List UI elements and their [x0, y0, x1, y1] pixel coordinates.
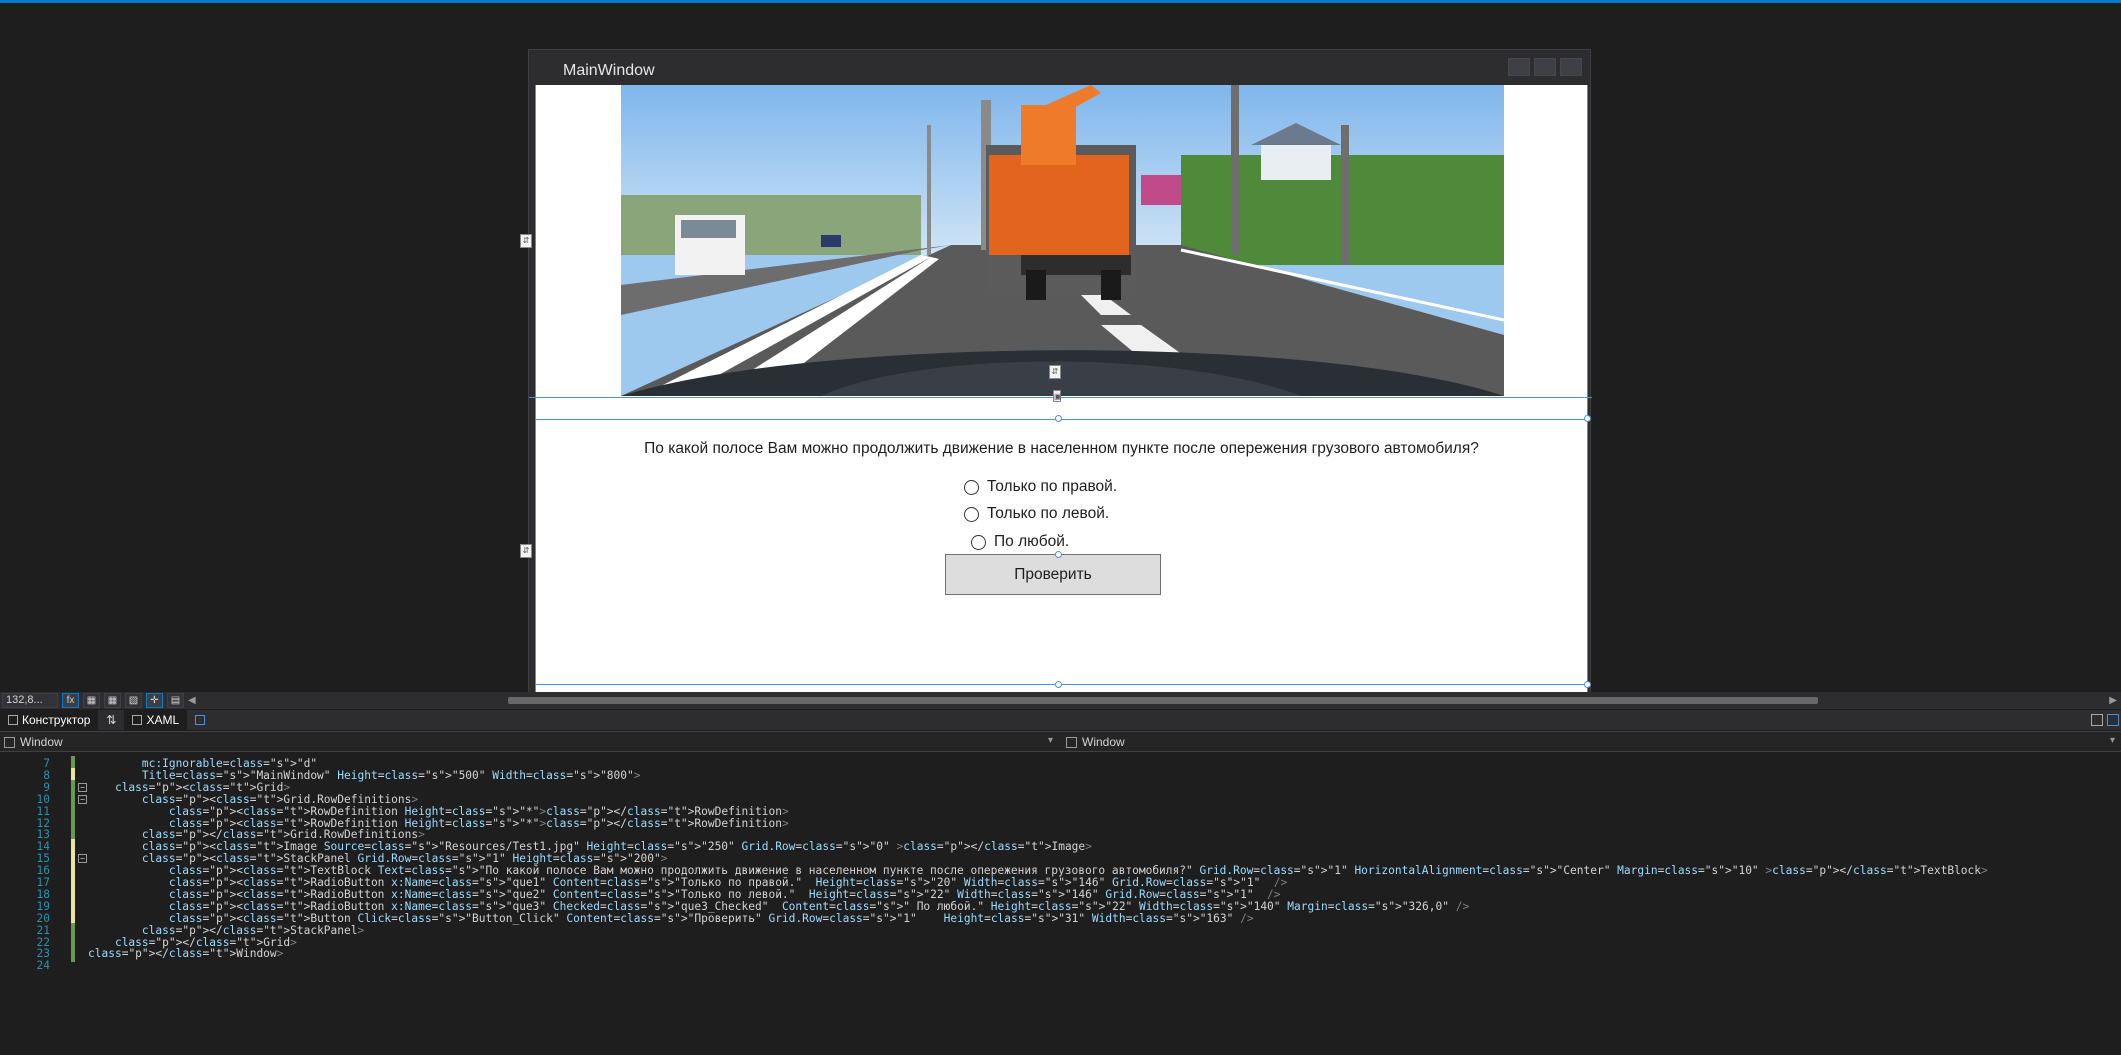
- xaml-editor[interactable]: 7 mc:Ignorable=class="s">"d" 8 Title=clas…: [0, 753, 2121, 1055]
- element-navigation-bar: Window ▾ Window ▾: [0, 731, 2121, 752]
- page-icon[interactable]: ▤: [167, 693, 184, 708]
- radio-circle-icon[interactable]: [964, 506, 979, 522]
- resize-handle[interactable]: [1584, 681, 1591, 688]
- window-caption-buttons: [1508, 58, 1582, 76]
- radio-label: По любой.: [994, 533, 1070, 550]
- split-vertical-icon[interactable]: [2091, 714, 2103, 726]
- swap-icon: ⇅: [106, 713, 117, 727]
- close-icon: [1560, 58, 1582, 76]
- popout-icon: [195, 715, 206, 725]
- scroll-right-icon[interactable]: ▶: [2109, 695, 2117, 706]
- maximize-icon: [1534, 58, 1556, 76]
- window-title: MainWindow: [563, 62, 655, 79]
- fold-toggle-icon[interactable]: −: [78, 782, 87, 792]
- row-height-adorner[interactable]: ⇵: [1049, 365, 1061, 379]
- grid-row-adorner-bottom[interactable]: ⇵: [520, 544, 532, 558]
- tab-designer[interactable]: Конструктор: [0, 710, 99, 730]
- radio-label: Только по правой.: [987, 478, 1118, 495]
- grid-small-icon[interactable]: ▦: [104, 693, 121, 708]
- nav-right-dropdown[interactable]: Window: [1066, 735, 1125, 749]
- tab-designer-label: Конструктор: [22, 713, 91, 727]
- radio-left-lane[interactable]: Только по левой.: [964, 505, 1109, 523]
- resize-handle[interactable]: [1055, 681, 1062, 688]
- radio-circle-icon[interactable]: [964, 479, 979, 495]
- window-element-icon: [4, 736, 15, 748]
- resize-handle[interactable]: [1584, 415, 1591, 422]
- scroll-left-icon[interactable]: ◀: [188, 695, 198, 706]
- check-button[interactable]: Проверить: [945, 554, 1161, 595]
- lock-icon[interactable]: ▣: [1053, 390, 1062, 402]
- code-line[interactable]: 24: [0, 958, 2121, 974]
- radio-label: Только по левой.: [987, 505, 1110, 522]
- selection-left: [535, 85, 536, 693]
- line-number: 24: [36, 959, 50, 973]
- window-element-icon: [1066, 736, 1077, 748]
- view-tabs: Конструктор ⇅ XAML: [0, 710, 2121, 730]
- swap-panes-button[interactable]: ⇅: [98, 710, 124, 730]
- question-text: По какой полосе Вам можно продолжить дви…: [644, 440, 1479, 457]
- tab-xaml[interactable]: XAML: [124, 710, 188, 730]
- road-image[interactable]: [621, 85, 1504, 396]
- grid-icon[interactable]: ▦: [83, 693, 100, 708]
- radio-any-lane[interactable]: По любой.: [971, 533, 1069, 551]
- split-horizontal-icon[interactable]: [2107, 714, 2119, 726]
- chevron-down-icon[interactable]: ▾: [1048, 735, 1053, 746]
- split-buttons: [2091, 714, 2119, 726]
- nav-left-label: Window: [20, 735, 63, 749]
- designer-icon: [8, 715, 18, 725]
- chevron-down-icon[interactable]: ▾: [2110, 735, 2115, 746]
- tab-xaml-label: XAML: [146, 713, 180, 727]
- snap-icon[interactable]: ✛: [146, 693, 163, 708]
- designer-surface[interactable]: MainWindow По какой полосе Вам можно про…: [0, 3, 2121, 697]
- fold-toggle-icon[interactable]: −: [78, 794, 87, 804]
- zoom-selector[interactable]: 132,8...: [2, 693, 58, 708]
- radio-circle-icon[interactable]: [971, 534, 986, 550]
- selection-right: [1587, 85, 1588, 693]
- radio-right-lane[interactable]: Только по правой.: [964, 478, 1117, 496]
- popout-button[interactable]: [187, 710, 213, 730]
- resize-handle[interactable]: [1055, 415, 1062, 422]
- minimize-icon: [1508, 58, 1530, 76]
- window-client-area[interactable]: По какой полосе Вам можно продолжить дви…: [529, 85, 1592, 693]
- horizontal-scrollbar[interactable]: [508, 697, 1818, 704]
- resize-handle[interactable]: [1055, 551, 1062, 558]
- grid-row-adorner-top[interactable]: ⇵: [520, 234, 532, 248]
- formula-icon[interactable]: fx: [62, 693, 79, 708]
- xaml-icon: [132, 715, 143, 725]
- nav-left-dropdown[interactable]: Window: [4, 735, 63, 749]
- nav-right-label: Window: [1082, 735, 1125, 749]
- window-preview[interactable]: MainWindow По какой полосе Вам можно про…: [520, 49, 1592, 697]
- designer-toolbar: 132,8... fx ▦ ▦ ▧ ✛ ▤ ◀ ▶: [0, 692, 2121, 709]
- artboard-icon[interactable]: ▧: [125, 693, 142, 708]
- fold-toggle-icon[interactable]: −: [78, 854, 87, 864]
